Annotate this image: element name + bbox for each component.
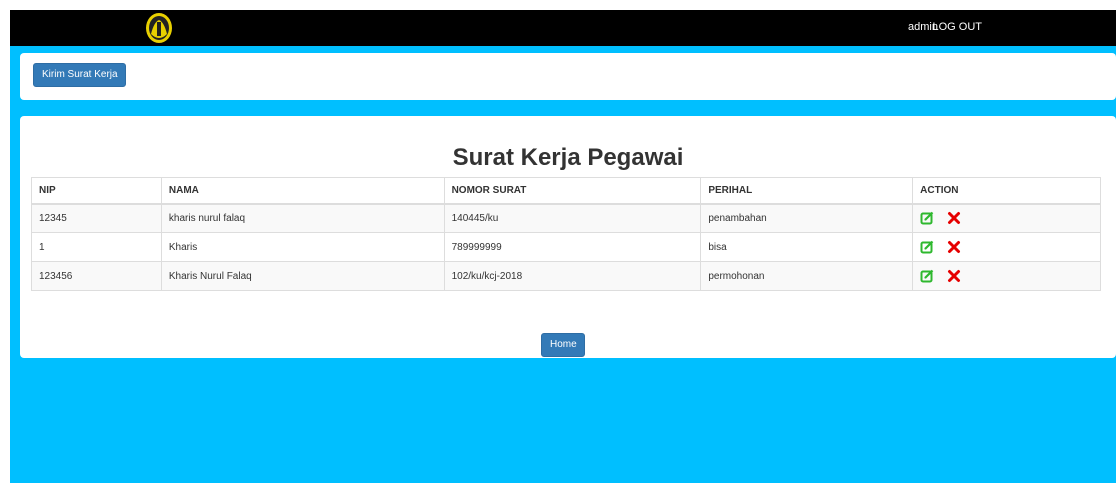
cell-action [912, 261, 1101, 291]
cell-nomor-surat: 789999999 [443, 232, 702, 262]
table-header-row: NIP NAMA NOMOR SURAT PERIHAL ACTION [31, 177, 1101, 205]
column-header-nomor-surat: NOMOR SURAT [443, 177, 702, 205]
column-header-perihal: PERIHAL [700, 177, 914, 205]
cell-action [912, 232, 1101, 262]
cell-nama: Kharis [160, 232, 445, 262]
cell-nomor-surat: 102/ku/kcj-2018 [443, 261, 702, 291]
table-row: 12345 kharis nurul falaq 140445/ku penam… [31, 203, 1101, 233]
cell-nip: 1 [31, 232, 162, 262]
home-button[interactable]: Home [541, 333, 585, 357]
logout-link[interactable]: LOG OUT [932, 21, 982, 33]
cell-nama: kharis nurul falaq [160, 203, 445, 233]
cell-perihal: penambahan [700, 203, 914, 233]
kirim-surat-kerja-button[interactable]: Kirim Surat Kerja [33, 63, 126, 87]
page-background: admin LOG OUT Kirim Surat Kerja Surat Ke… [10, 10, 1116, 483]
top-navbar: admin LOG OUT [10, 10, 1116, 46]
edit-icon[interactable] [920, 240, 934, 254]
cell-nip: 123456 [31, 261, 162, 291]
emblem-logo[interactable] [142, 12, 176, 44]
page-title: Surat Kerja Pegawai [452, 144, 684, 171]
delete-icon[interactable] [947, 240, 961, 254]
table-row: 1 Kharis 789999999 bisa [31, 232, 1101, 262]
action-panel: Kirim Surat Kerja [20, 53, 1116, 100]
delete-icon[interactable] [947, 211, 961, 225]
table-row: 123456 Kharis Nurul Falaq 102/ku/kcj-201… [31, 261, 1101, 291]
column-header-nip: NIP [31, 177, 162, 205]
cell-nama: Kharis Nurul Falaq [160, 261, 445, 291]
column-header-nama: NAMA [160, 177, 445, 205]
cell-perihal: permohonan [700, 261, 914, 291]
surat-kerja-panel: Surat Kerja Pegawai NIP NAMA NOMOR SURAT… [20, 116, 1116, 358]
cell-nip: 12345 [31, 203, 162, 233]
edit-icon[interactable] [920, 269, 934, 283]
edit-icon[interactable] [920, 211, 934, 225]
delete-icon[interactable] [947, 269, 961, 283]
surat-kerja-table: NIP NAMA NOMOR SURAT PERIHAL ACTION 1234… [31, 177, 1101, 291]
column-header-action: ACTION [912, 177, 1101, 205]
cell-perihal: bisa [700, 232, 914, 262]
cell-nomor-surat: 140445/ku [443, 203, 702, 233]
cell-action [912, 203, 1101, 233]
